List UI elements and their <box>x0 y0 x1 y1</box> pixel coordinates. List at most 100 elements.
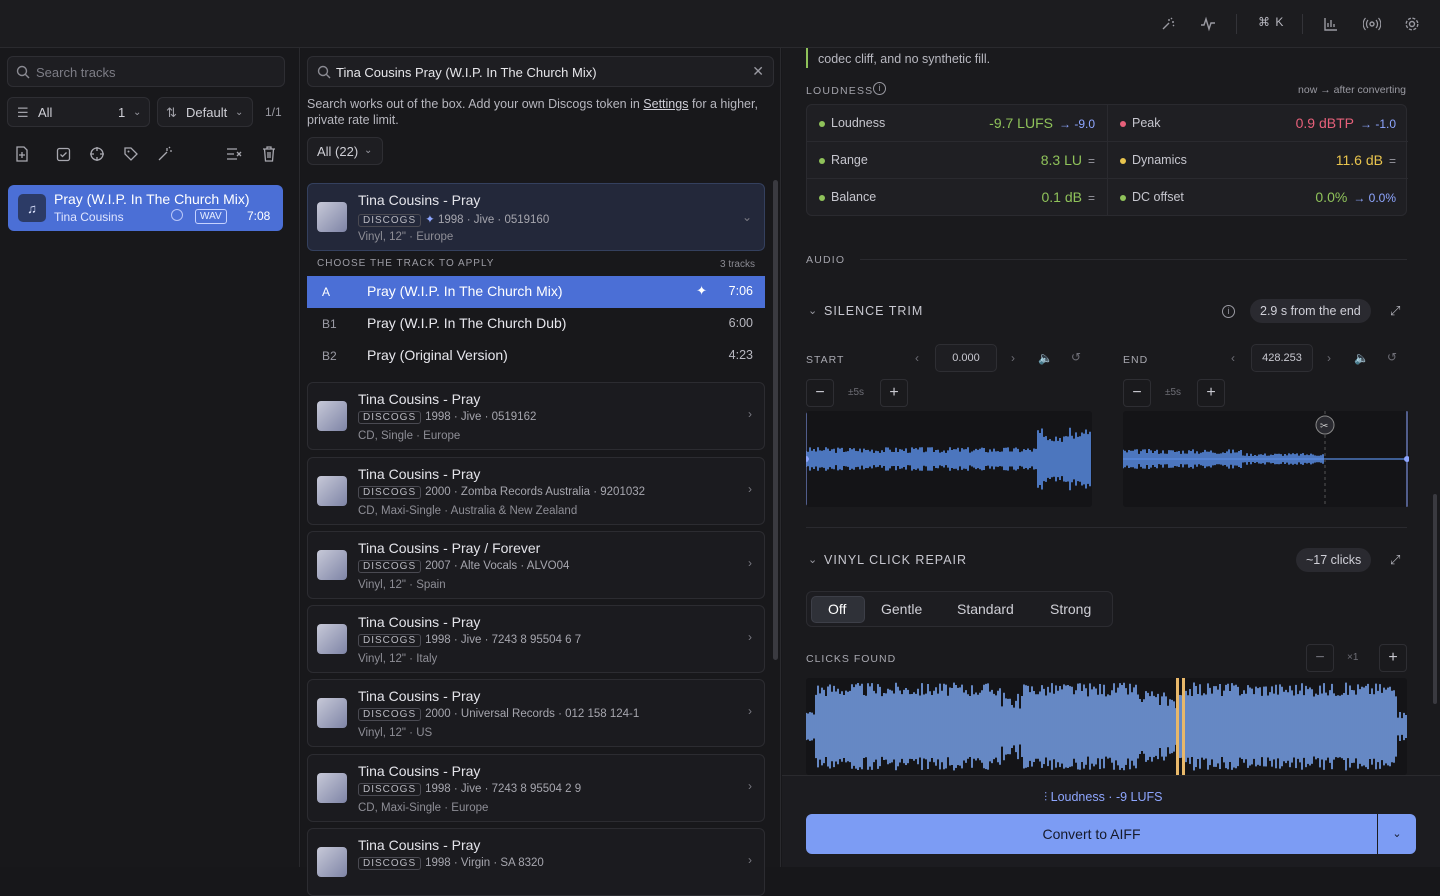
discogs-badge: DISCOGS <box>358 560 422 573</box>
results-filter[interactable]: All (22) ⌄ <box>307 137 383 165</box>
waveform-icon[interactable] <box>1198 14 1218 34</box>
track-option[interactable]: A Pray (W.I.P. In The Church Mix) ✦ 7:06 <box>307 276 765 308</box>
settings-link[interactable]: Settings <box>643 97 688 111</box>
start-label: START <box>806 354 845 366</box>
command-palette-shortcut[interactable]: ⌘ K <box>1258 15 1284 29</box>
discogs-search-input[interactable]: Tina Cousins Pray (W.I.P. In The Church … <box>307 56 774 87</box>
release-result[interactable]: Tina Cousins - Pray DISCOGS 2000 · Zomba R… <box>307 457 765 525</box>
clear-list-icon[interactable] <box>224 144 244 164</box>
release-meta: 1998 · Jive · 0519160 <box>437 214 550 226</box>
zoom-in-button[interactable]: + <box>1379 644 1407 672</box>
clicks-waveform[interactable] <box>806 678 1407 775</box>
zoom-level: ×1 <box>1347 652 1359 663</box>
filter-label: All <box>38 105 53 120</box>
info-icon[interactable]: i <box>873 82 886 95</box>
trash-icon[interactable] <box>259 144 279 164</box>
release-result[interactable]: Tina Cousins - Pray DISCOGS 1998 · Jive · … <box>307 605 765 673</box>
scrollbar[interactable] <box>1433 494 1437 704</box>
scrollbar[interactable] <box>773 180 778 660</box>
track-option[interactable]: B1 Pray (W.I.P. In The Church Dub) 6:00 <box>307 308 765 340</box>
now-after-label: now → after converting <box>1298 84 1406 96</box>
chart-icon[interactable] <box>1321 14 1341 34</box>
silence-trim-pill[interactable]: 2.9 s from the end <box>1250 299 1371 323</box>
metric-range: Range 8.3 LU = <box>807 142 1107 179</box>
search-placeholder: Search tracks <box>36 65 116 80</box>
release-result[interactable]: Tina Cousins - Pray DISCOGS 1998 · Virgin … <box>307 828 765 896</box>
svg-text:✂: ✂ <box>1320 421 1328 432</box>
tag-icon[interactable] <box>121 144 141 164</box>
reset-icon[interactable]: ↺ <box>1387 350 1397 364</box>
add-file-icon[interactable] <box>12 144 32 164</box>
chevron-right-icon: › <box>748 779 752 793</box>
magic-icon[interactable] <box>155 144 175 164</box>
release-thumbnail <box>317 202 347 232</box>
option-gentle[interactable]: Gentle <box>881 601 922 617</box>
option-off[interactable]: Off <box>828 601 846 617</box>
discogs-badge: DISCOGS <box>358 214 422 227</box>
option-standard[interactable]: Standard <box>957 601 1014 617</box>
status-dot <box>1120 158 1126 164</box>
chevron-right-icon: › <box>748 630 752 644</box>
release-meta-row: DISCOGS 1998 · Jive · 7243 8 95504 2 9 <box>358 783 582 796</box>
release-result[interactable]: Tina Cousins - Pray DISCOGS 1998 · Jive · … <box>307 754 765 822</box>
broadcast-icon[interactable] <box>1362 14 1382 34</box>
sort-select[interactable]: ⇅ Default ⌄ <box>157 97 253 127</box>
release-title: Tina Cousins - Pray <box>358 763 481 779</box>
pagination: 1/1 <box>265 105 282 119</box>
chevron-left-icon[interactable]: ‹ <box>1231 351 1235 365</box>
release-meta: 1998 · Jive · 0519162 <box>425 411 537 423</box>
start-waveform[interactable] <box>806 411 1092 507</box>
chevron-down-icon[interactable]: ⌄ <box>808 304 817 317</box>
release-thumbnail <box>317 698 347 728</box>
chevron-right-icon[interactable]: › <box>1011 351 1015 365</box>
end-waveform[interactable]: ✂ <box>1123 411 1409 507</box>
release-result[interactable]: Tina Cousins - Pray DISCOGS 2000 · Univers… <box>307 679 765 747</box>
loudness-summary[interactable]: ⫶ Loudness · -9 LUFS <box>1044 790 1162 805</box>
track-option[interactable]: B2 Pray (Original Version) 4:23 <box>307 340 765 372</box>
end-input[interactable]: 428.253 <box>1251 344 1313 372</box>
sparkle-icon[interactable] <box>1158 14 1178 34</box>
select-all-icon[interactable] <box>53 144 73 164</box>
release-thumbnail <box>317 624 347 654</box>
format-badge: WAV <box>195 209 227 224</box>
track-artist: Tina Cousins <box>54 210 124 224</box>
reset-icon[interactable]: ↺ <box>1071 350 1081 364</box>
discogs-badge: DISCOGS <box>358 634 422 647</box>
status-circle-icon <box>171 209 183 221</box>
track-item[interactable]: ♫ Pray (W.I.P. In The Church Mix) Tina C… <box>8 185 283 231</box>
chevron-right-icon: › <box>748 704 752 718</box>
info-icon[interactable]: i <box>1222 305 1235 318</box>
gear-icon[interactable] <box>1402 14 1422 34</box>
speaker-icon[interactable]: 🔈 <box>1038 351 1053 365</box>
start-input[interactable]: 0.000 <box>935 344 997 372</box>
search-tracks-input[interactable]: Search tracks <box>7 56 285 87</box>
expand-icon[interactable]: ⤢ <box>1390 303 1400 319</box>
start-increase-button[interactable]: + <box>880 379 908 407</box>
expand-icon[interactable]: ⤢ <box>1390 552 1400 568</box>
track-duration: 7:08 <box>247 209 271 223</box>
filter-select[interactable]: ☰ All 1 ⌄ <box>7 97 150 127</box>
convert-options-button[interactable]: ⌄ <box>1378 814 1416 854</box>
end-increase-button[interactable]: + <box>1197 379 1225 407</box>
start-decrease-button[interactable]: − <box>806 379 834 407</box>
release-result[interactable]: Tina Cousins - Pray DISCOGS 1998 · Jive · … <box>307 382 765 450</box>
vinyl-click-title: VINYL CLICK REPAIR <box>824 553 968 567</box>
metric-dynamics: Dynamics 11.6 dB = <box>1108 142 1408 179</box>
end-decrease-button[interactable]: − <box>1123 379 1151 407</box>
release-title: Tina Cousins - Pray <box>358 391 481 407</box>
chevron-right-icon[interactable]: › <box>1327 351 1331 365</box>
option-strong[interactable]: Strong <box>1050 601 1091 617</box>
release-meta: 1998 · Jive · 7243 8 95504 2 9 <box>425 783 582 795</box>
status-dot <box>819 158 825 164</box>
speaker-icon[interactable]: 🔈 <box>1354 351 1369 365</box>
release-result[interactable]: Tina Cousins - Pray / Forever DISCOGS 2007… <box>307 531 765 599</box>
convert-button[interactable]: Convert to AIFF <box>806 814 1377 854</box>
target-icon[interactable] <box>87 144 107 164</box>
release-thumbnail <box>317 847 347 877</box>
zoom-out-button[interactable]: − <box>1306 644 1334 672</box>
expanded-release[interactable]: Tina Cousins - Pray DISCOGS ✦ 1998 · Jive… <box>307 183 765 251</box>
close-icon[interactable]: ✕ <box>752 63 764 80</box>
chevron-left-icon[interactable]: ‹ <box>915 351 919 365</box>
clicks-pill[interactable]: ~17 clicks <box>1296 548 1372 572</box>
chevron-down-icon[interactable]: ⌄ <box>808 553 817 566</box>
